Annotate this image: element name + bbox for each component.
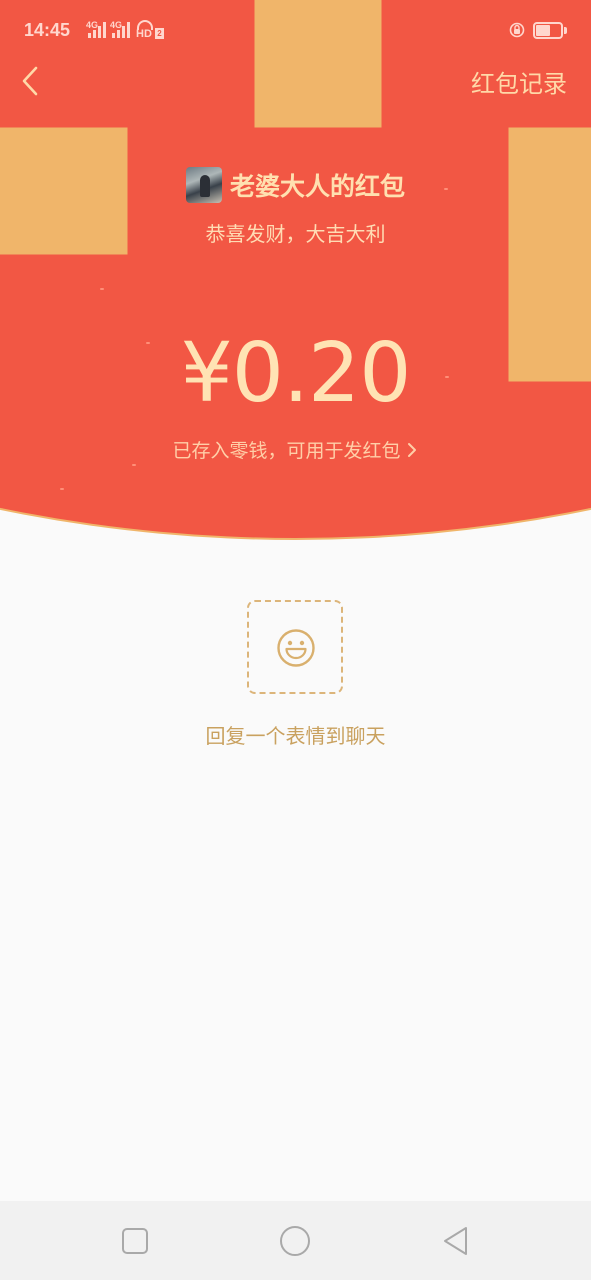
red-packet-records-link[interactable]: 红包记录 <box>471 64 567 99</box>
rotation-lock-icon <box>509 22 525 38</box>
battery-icon <box>533 22 567 39</box>
home-button[interactable] <box>275 1221 315 1261</box>
smile-icon <box>277 629 315 667</box>
hd-voice-icon: HD 2 <box>136 20 164 40</box>
status-time: 14:45 <box>24 20 71 40</box>
sparkle <box>132 464 136 466</box>
system-navigation-bar <box>0 1201 591 1280</box>
sparkle <box>100 288 104 290</box>
greeting-text: 恭喜发财，大吉大利 <box>205 222 386 246</box>
recent-apps-button[interactable] <box>115 1221 155 1261</box>
emoji-reply-button[interactable] <box>247 600 343 694</box>
received-amount: ¥0.20 <box>180 326 412 421</box>
back-button[interactable] <box>14 60 54 102</box>
sender-row: 老婆大人的红包 <box>0 166 591 204</box>
sender-name: 老婆大人的红包 <box>229 172 405 201</box>
saved-note: 已存入零钱，可用于发红包 <box>172 440 401 462</box>
back-nav-button[interactable] <box>436 1221 476 1261</box>
status-bar: 14:45 4G 4G HD 2 <box>0 0 591 62</box>
saved-to-change-link[interactable]: 已存入零钱，可用于发红包 <box>0 436 591 463</box>
chevron-left-icon <box>22 66 38 96</box>
chevron-right-icon <box>407 442 416 457</box>
sparkle <box>60 488 64 490</box>
signal-bars-2-icon <box>110 22 130 38</box>
emoji-reply-label: 回复一个表情到聊天 <box>205 724 386 748</box>
sender-avatar <box>185 167 222 203</box>
signal-bars-1-icon <box>86 22 106 38</box>
